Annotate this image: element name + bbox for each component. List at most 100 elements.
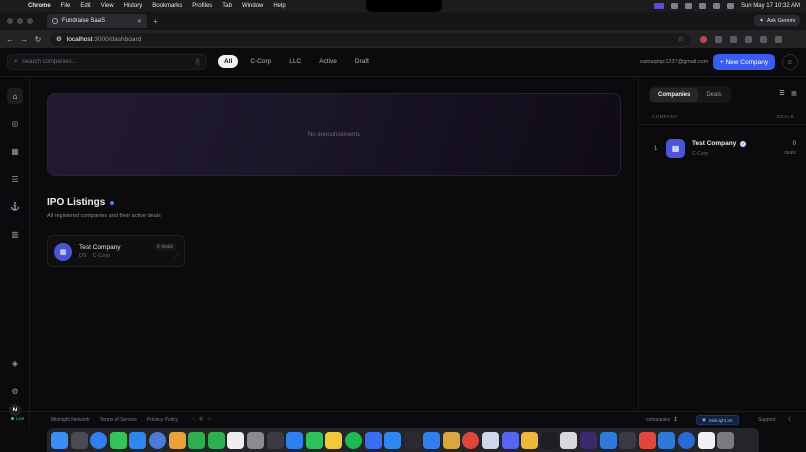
filter-c-corp[interactable]: C-Corp <box>244 55 277 68</box>
puzzle-icon[interactable] <box>730 35 737 43</box>
search-input[interactable] <box>21 59 182 65</box>
extension-icon[interactable] <box>700 35 707 43</box>
reload-icon[interactable]: ↻ <box>31 35 45 44</box>
messages-icon[interactable] <box>109 431 127 449</box>
vscode-insiders-icon[interactable] <box>658 431 676 449</box>
kebab-menu-icon[interactable] <box>775 35 782 43</box>
filter-draft[interactable]: Draft <box>349 55 375 68</box>
menu-tab[interactable]: Tab <box>222 3 232 9</box>
menu-history[interactable]: History <box>124 3 143 9</box>
sidebar-calendar[interactable]: ▦ <box>7 143 23 159</box>
address-bar[interactable]: ⚙ localhost:3000/dashboard ☆ <box>50 32 690 46</box>
trash-icon[interactable] <box>717 431 735 449</box>
facetime-icon[interactable] <box>188 431 206 449</box>
grid-view-icon[interactable]: ▦ <box>790 89 798 97</box>
site-info-icon[interactable]: ⚙ <box>56 35 62 43</box>
menu-bookmarks[interactable]: Bookmarks <box>152 3 182 9</box>
app-icon[interactable] <box>580 431 598 449</box>
sidebar-analytics[interactable]: ▥ <box>7 226 23 242</box>
mail-icon[interactable] <box>129 431 147 449</box>
filter-llc[interactable]: LLC <box>283 55 307 68</box>
close-window-button[interactable] <box>7 18 13 24</box>
finder-icon[interactable] <box>51 431 68 449</box>
chat-icon[interactable]: ◌ <box>192 416 195 422</box>
menubar-clock[interactable]: Sun May 17 10:32 AM <box>741 3 800 9</box>
theme-toggle-icon[interactable]: ☾ <box>788 416 793 423</box>
vscode-icon[interactable] <box>599 431 617 449</box>
spotify-icon[interactable] <box>344 431 362 449</box>
new-company-button[interactable]: + New Company <box>713 54 775 70</box>
phone-icon[interactable] <box>207 431 225 449</box>
app-icon[interactable] <box>442 431 460 449</box>
menu-edit[interactable]: Edit <box>80 3 90 9</box>
sidebar-home[interactable]: ⌂ <box>7 88 23 104</box>
app-icon[interactable] <box>148 431 166 449</box>
search-box[interactable]: ⌕ / <box>7 54 207 70</box>
app-icon[interactable] <box>403 431 421 449</box>
app-icon[interactable] <box>560 431 578 449</box>
link-privacy[interactable]: Privacy Policy <box>147 417 178 423</box>
menu-file[interactable]: File <box>61 3 71 9</box>
filter-all[interactable]: All <box>218 55 239 68</box>
new-tab-icon[interactable]: + <box>153 17 158 26</box>
menu-profiles[interactable]: Profiles <box>192 3 212 9</box>
menu-chrome[interactable]: Chrome <box>28 3 51 9</box>
list-item[interactable]: 1 ▦ Test Company ✓ C-Corp 0 deals <box>639 135 806 165</box>
discord-icon[interactable] <box>501 431 519 449</box>
docker-icon[interactable] <box>423 431 441 449</box>
network-badge[interactable]: ◉ Midnight 2K <box>696 415 739 425</box>
control-center-icon[interactable] <box>726 3 734 9</box>
calendar-app-icon[interactable] <box>227 431 245 449</box>
close-tab-icon[interactable]: ✕ <box>137 18 142 25</box>
notes-icon[interactable] <box>325 431 343 449</box>
filter-active[interactable]: Active <box>313 55 343 68</box>
forward-icon[interactable]: → <box>17 35 31 44</box>
menu-window[interactable]: Window <box>242 3 263 9</box>
github-icon[interactable]: ◍ <box>199 416 203 422</box>
sidebar-list[interactable]: ☰ <box>7 171 23 187</box>
tray-app-icon[interactable] <box>653 3 664 9</box>
app-icon[interactable] <box>619 431 637 449</box>
contacts-icon[interactable] <box>246 431 264 449</box>
sidepanel-icon[interactable] <box>745 35 752 43</box>
menu-view[interactable]: View <box>101 3 114 9</box>
tab-deals[interactable]: Deals <box>698 88 729 102</box>
xcode-icon[interactable] <box>384 431 402 449</box>
app-icon[interactable] <box>364 431 382 449</box>
user-account-button[interactable]: ☺ <box>782 54 798 70</box>
app-icon[interactable] <box>638 431 656 449</box>
tray-icon[interactable] <box>684 3 692 9</box>
search-app-icon[interactable] <box>678 431 695 449</box>
app-store-icon[interactable] <box>286 431 304 449</box>
launchpad-icon[interactable] <box>70 431 88 449</box>
app-icon[interactable] <box>521 431 539 449</box>
menu-help[interactable]: Help <box>273 3 285 9</box>
link-terms[interactable]: Terms of Service <box>100 417 137 423</box>
twitter-icon[interactable]: ◇ <box>207 416 211 422</box>
whatsapp-icon[interactable] <box>305 431 323 449</box>
battery-icon[interactable] <box>698 3 706 9</box>
sidebar-settings[interactable]: ⚙ <box>7 383 23 399</box>
profile-icon[interactable] <box>760 35 767 43</box>
sidebar-anchor[interactable]: ⚓ <box>7 198 23 214</box>
zoom-window-button[interactable] <box>27 18 33 24</box>
app-icon[interactable] <box>697 431 715 449</box>
extension-icon[interactable] <box>715 35 722 43</box>
photos-icon[interactable] <box>168 431 186 449</box>
wifi-icon[interactable] <box>712 3 720 9</box>
app-icon[interactable] <box>266 431 284 449</box>
terminal-icon[interactable] <box>540 431 558 449</box>
list-view-icon[interactable]: ☰ <box>778 89 786 97</box>
safari-icon[interactable] <box>90 431 108 449</box>
minimize-window-button[interactable] <box>17 18 23 24</box>
chrome-icon[interactable] <box>462 431 480 449</box>
support-link[interactable]: Support <box>758 417 776 423</box>
company-card[interactable]: ▦ Test Company DS C-Corp 0 deals ⟋ <box>47 235 185 267</box>
tab-companies[interactable]: Companies <box>650 87 699 102</box>
back-icon[interactable]: ← <box>3 35 17 44</box>
sidebar-layers[interactable]: ◈ <box>7 355 23 371</box>
bookmark-star-icon[interactable]: ☆ <box>678 35 684 43</box>
ask-gemini-button[interactable]: ✦ Ask Gemini <box>754 15 800 26</box>
tray-icon[interactable] <box>670 3 678 9</box>
link-midnight-network[interactable]: Midnight Network <box>51 417 90 423</box>
